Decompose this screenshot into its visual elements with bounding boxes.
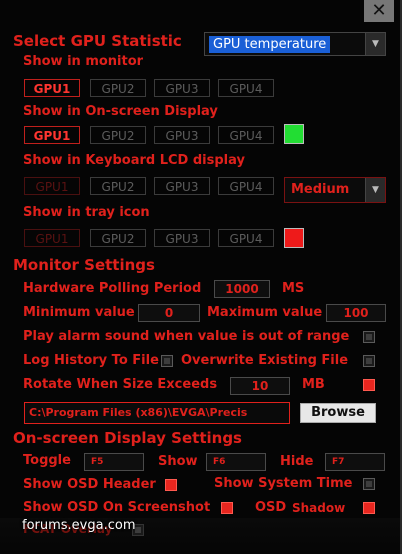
- polling-period-input[interactable]: 1000: [214, 280, 270, 298]
- lcd-gpu3-toggle[interactable]: GPU3: [154, 177, 210, 195]
- min-value-label: Minimum value: [23, 305, 135, 320]
- toggle-hotkey-label: Toggle: [23, 453, 71, 468]
- hide-hotkey-label: Hide: [280, 454, 314, 469]
- stat-dropdown[interactable]: GPU temperature ▼: [204, 32, 386, 56]
- show-in-osd-label: Show in On-screen Display: [23, 104, 218, 119]
- rotate-unit-label: MB: [302, 377, 325, 392]
- log-path-input[interactable]: C:\Program Files (x86)\EVGA\Precis: [24, 402, 290, 424]
- monitor-settings-title: Monitor Settings: [13, 256, 155, 274]
- chevron-down-icon[interactable]: ▼: [365, 178, 385, 202]
- chevron-down-icon[interactable]: ▼: [365, 33, 385, 55]
- tray-color-swatch[interactable]: [284, 228, 304, 248]
- priority-dropdown[interactable]: Medium ▼: [284, 177, 386, 203]
- polling-unit-label: MS: [282, 281, 305, 296]
- close-button[interactable]: ✕: [364, 0, 394, 22]
- osd-header-label: Show OSD Header: [23, 477, 156, 492]
- osd-color-swatch[interactable]: [284, 124, 304, 144]
- overwrite-file-checkbox[interactable]: [363, 355, 375, 367]
- tray-gpu2-toggle[interactable]: GPU2: [90, 229, 146, 247]
- monitor-gpu1-toggle[interactable]: GPU1: [24, 79, 80, 97]
- log-history-checkbox[interactable]: [161, 355, 173, 367]
- rotate-size-input[interactable]: 10: [230, 377, 290, 395]
- polling-period-label: Hardware Polling Period: [23, 281, 202, 296]
- osd-gpu3-toggle[interactable]: GPU3: [154, 126, 210, 144]
- show-in-monitor-label: Show in monitor: [23, 54, 144, 69]
- osd-shadow-label: Shadow: [292, 501, 346, 515]
- monitor-gpu4-toggle[interactable]: GPU4: [218, 79, 274, 97]
- monitoring-settings-panel: ✕ Select GPU Statistic GPU temperature ▼…: [0, 0, 402, 554]
- select-stat-label: Select GPU Statistic: [13, 32, 182, 50]
- rotate-size-checkbox[interactable]: [363, 379, 375, 391]
- overwrite-file-label: Overwrite Existing File: [181, 353, 349, 368]
- monitor-gpu3-toggle[interactable]: GPU3: [154, 79, 210, 97]
- monitor-gpu2-toggle[interactable]: GPU2: [90, 79, 146, 97]
- osd-settings-title: On-screen Display Settings: [13, 429, 242, 447]
- lcd-gpu2-toggle[interactable]: GPU2: [90, 177, 146, 195]
- osd-shadow-checkbox[interactable]: [363, 502, 375, 514]
- system-time-checkbox[interactable]: [363, 478, 375, 490]
- priority-dropdown-value: Medium: [291, 182, 350, 197]
- show-in-tray-icon-label: Show in tray icon: [23, 205, 150, 220]
- min-value-input[interactable]: 0: [138, 304, 200, 322]
- show-hotkey-input[interactable]: F6: [206, 453, 266, 471]
- close-icon: ✕: [371, 0, 387, 21]
- osd-screenshot-checkbox[interactable]: [221, 502, 233, 514]
- lcd-gpu1-toggle[interactable]: GPU1: [24, 177, 80, 195]
- osd-gpu4-toggle[interactable]: GPU4: [218, 126, 274, 144]
- system-time-label: Show System Time: [214, 476, 353, 491]
- browse-button[interactable]: Browse: [300, 403, 376, 423]
- osd-header-checkbox[interactable]: [165, 479, 177, 491]
- lcd-gpu4-toggle[interactable]: GPU4: [218, 177, 274, 195]
- show-in-keyboard-lcd-label: Show in Keyboard LCD display: [23, 153, 245, 168]
- tray-gpu3-toggle[interactable]: GPU3: [154, 229, 210, 247]
- rotate-size-label: Rotate When Size Exceeds: [23, 377, 218, 392]
- alarm-sound-checkbox[interactable]: [363, 331, 375, 343]
- osd-label: OSD: [255, 500, 287, 515]
- toggle-hotkey-input[interactable]: F5: [84, 453, 144, 471]
- stat-dropdown-value: GPU temperature: [209, 36, 331, 53]
- hide-hotkey-input[interactable]: F7: [325, 453, 385, 471]
- tray-gpu1-toggle[interactable]: GPU1: [24, 229, 80, 247]
- osd-screenshot-label: Show OSD On Screenshot: [23, 500, 211, 515]
- osd-gpu2-toggle[interactable]: GPU2: [90, 126, 146, 144]
- alarm-sound-label: Play alarm sound when value is out of ra…: [23, 329, 350, 344]
- show-hotkey-label: Show: [158, 454, 198, 469]
- osd-gpu1-toggle[interactable]: GPU1: [24, 126, 80, 144]
- log-history-label: Log History To File: [23, 353, 159, 368]
- tray-gpu4-toggle[interactable]: GPU4: [218, 229, 274, 247]
- forum-watermark: forums.evga.com: [22, 518, 136, 533]
- max-value-label: Maximum value: [207, 305, 323, 320]
- max-value-input[interactable]: 100: [326, 304, 386, 322]
